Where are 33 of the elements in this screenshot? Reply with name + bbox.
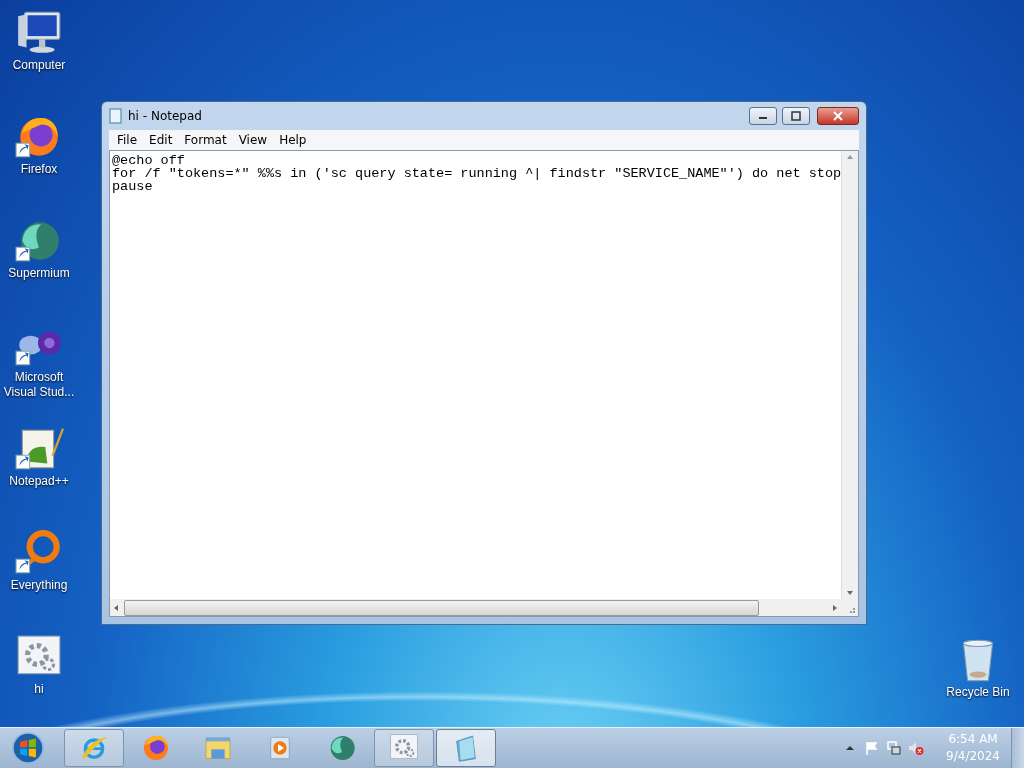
clock-date: 9/4/2024 <box>946 748 1000 765</box>
menu-item[interactable]: File <box>111 133 144 147</box>
code-line: for /f "tokens=*" %%s in ('sc query state= running ^| findstr "SERVICE_NAME"') do net stop <box>112 167 839 180</box>
desktop-icon-label: Everything <box>9 578 69 593</box>
speaker-muted-icon[interactable] <box>908 740 925 756</box>
desktop-icon-label: Microsoft Visual Stud... <box>2 370 76 400</box>
desktop-icon-label: Notepad++ <box>8 474 70 489</box>
menu-item[interactable]: Help <box>273 133 313 147</box>
network-icon[interactable] <box>886 740 903 756</box>
maximize-button[interactable] <box>782 107 810 125</box>
clock-time: 6:54 AM <box>948 731 998 748</box>
minimize-button[interactable] <box>749 107 777 125</box>
code-line: @echo off <box>112 154 186 167</box>
desktop-icon-label: Firefox <box>19 162 59 177</box>
notepad-icon <box>109 108 123 124</box>
menu-item[interactable]: Edit <box>143 133 179 147</box>
windows-start-icon <box>9 729 47 767</box>
desktop-icon-label: Supermium <box>7 266 71 281</box>
desktop-icon-label: hi <box>33 682 45 697</box>
taskbar-button[interactable] <box>64 729 124 767</box>
maximize-icon <box>790 111 802 121</box>
close-button[interactable] <box>817 107 859 125</box>
code-line: pause <box>112 180 154 193</box>
menu-item[interactable]: View <box>232 133 274 147</box>
window-title: hi - Notepad <box>128 109 203 123</box>
menu-item[interactable]: Format <box>178 133 233 147</box>
close-icon <box>832 111 844 121</box>
desktop-icon-label: Recycle Bin <box>945 685 1011 700</box>
taskbar-button[interactable] <box>436 729 496 767</box>
show-desktop-button[interactable] <box>1011 728 1024 768</box>
vertical-scrollbar[interactable] <box>841 151 858 599</box>
taskbar-button[interactable] <box>374 729 434 767</box>
desktop-icon-label: Computer <box>11 58 67 73</box>
